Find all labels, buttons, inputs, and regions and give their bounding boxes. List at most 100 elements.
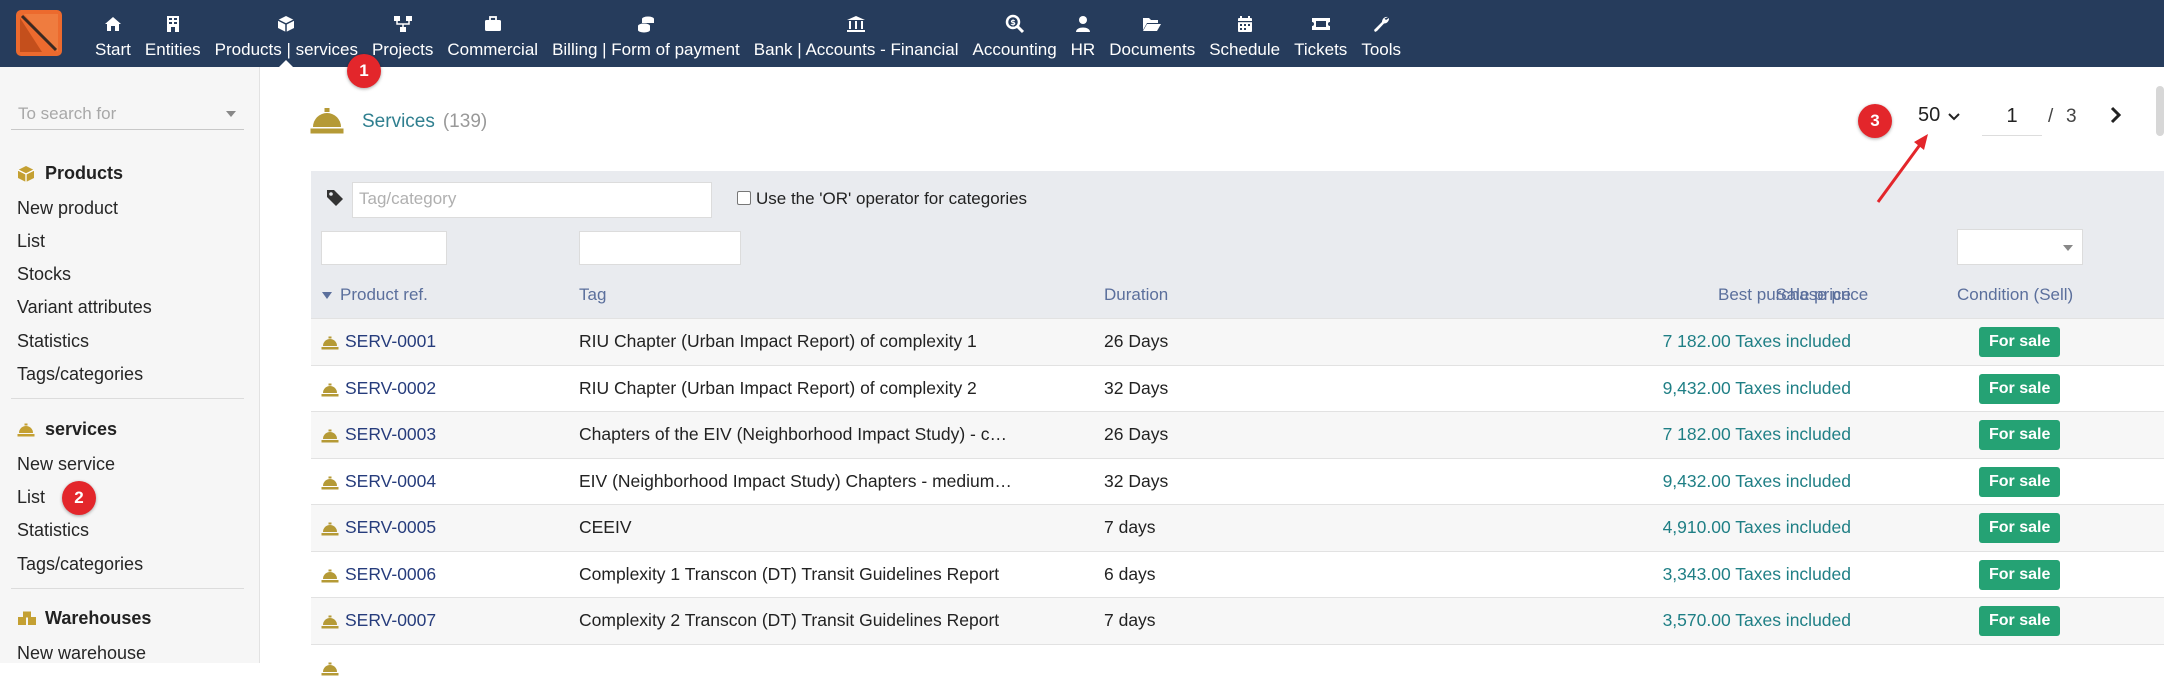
left-sidebar: To search for Products New product List … [0, 67, 260, 663]
or-operator-checkbox[interactable] [737, 191, 751, 205]
row-sale-price: 7 182.00 Taxes included [1663, 424, 1851, 445]
calendar-icon [1237, 13, 1253, 35]
row-ref-link[interactable]: SERV-0007 [345, 610, 436, 631]
row-ref-link[interactable]: SERV-0005 [345, 517, 436, 538]
sidebar-item-stocks[interactable]: Stocks [17, 264, 71, 285]
row-ref-link[interactable]: SERV-0001 [345, 331, 436, 352]
page-number-input[interactable]: 1 [1982, 98, 2042, 136]
ref-filter-input[interactable] [321, 231, 447, 265]
sidebar-divider [11, 588, 244, 589]
row-tag: Complexity 1 Transcon (DT) Transit Guide… [579, 564, 999, 585]
next-page-button[interactable] [2106, 103, 2126, 129]
per-page-value: 50 [1918, 104, 1940, 127]
menu-label: Schedule [1209, 40, 1280, 60]
menu-label: Tools [1361, 40, 1401, 60]
sidebar-divider [11, 398, 244, 399]
row-ref-link[interactable]: SERV-0006 [345, 564, 436, 585]
search-dollar-icon: $ [1005, 13, 1025, 35]
sidebar-item-product-list[interactable]: List [17, 231, 45, 252]
menu-start[interactable]: Start [88, 0, 138, 67]
concierge-bell-icon [321, 567, 339, 588]
menu-products-services[interactable]: Products | services [208, 0, 365, 67]
building-icon [166, 13, 180, 35]
menu-commercial[interactable]: Commercial [440, 0, 545, 67]
chevron-down-icon [226, 111, 236, 117]
sidebar-item-service-list[interactable]: List [17, 487, 45, 508]
row-sale-price: 3,343.00 Taxes included [1663, 564, 1851, 585]
annotation-badge-2: 2 [62, 481, 96, 515]
sidebar-item-service-statistics[interactable]: Statistics [17, 520, 89, 541]
sidebar-section-products[interactable]: Products [17, 163, 123, 184]
concierge-bell-icon [321, 381, 339, 402]
status-badge: For sale [1979, 467, 2060, 497]
row-sale-price: 3,570.00 Taxes included [1663, 610, 1851, 631]
sidebar-item-new-product[interactable]: New product [17, 198, 118, 219]
sidebar-item-new-warehouse[interactable]: New warehouse [17, 643, 146, 664]
sidebar-section-title: Products [45, 163, 123, 184]
row-duration: 26 Days [1104, 424, 1168, 445]
row-tag: EIV (Neighborhood Impact Study) Chapters… [579, 471, 1012, 492]
menu-tools[interactable]: Tools [1354, 0, 1408, 67]
sidebar-section-services[interactable]: services [17, 419, 117, 440]
column-header-ref[interactable]: Product ref. [340, 285, 428, 305]
menu-label: Entities [145, 40, 201, 60]
table-body: SERV-0001 RIU Chapter (Urban Impact Repo… [311, 318, 2164, 690]
row-ref-link[interactable]: SERV-0002 [345, 378, 436, 399]
menu-tickets[interactable]: Tickets [1287, 0, 1354, 67]
menu-bank[interactable]: Bank | Accounts - Financial [747, 0, 966, 67]
menu-projects[interactable]: Projects [365, 0, 440, 67]
annotation-badge-1: 1 [347, 54, 381, 88]
sidebar-item-new-service[interactable]: New service [17, 454, 115, 475]
table-row: SERV-0002 RIU Chapter (Urban Impact Repo… [311, 365, 2164, 412]
condition-filter-select[interactable] [1957, 229, 2083, 265]
menu-label: Projects [372, 40, 433, 60]
page-separator: / [2048, 106, 2053, 128]
menu-documents[interactable]: Documents [1102, 0, 1202, 67]
sidebar-item-service-tags[interactable]: Tags/categories [17, 554, 143, 575]
column-header-best-purchase-price[interactable]: Best purchase price [1718, 285, 1868, 305]
column-header-condition[interactable]: Condition (Sell) [1957, 285, 2073, 305]
sidebar-section-title: Warehouses [45, 608, 151, 629]
concierge-bell-icon [321, 474, 339, 495]
menu-hr[interactable]: HR [1064, 0, 1103, 67]
cube-icon [277, 13, 295, 35]
table-row: SERV-0004 EIV (Neighborhood Impact Study… [311, 458, 2164, 505]
table-row: SERV-0007 Complexity 2 Transcon (DT) Tra… [311, 597, 2164, 644]
sidebar-item-variant-attributes[interactable]: Variant attributes [17, 297, 152, 318]
concierge-bell-icon [321, 427, 339, 448]
menu-entities[interactable]: Entities [138, 0, 208, 67]
total-pages: 3 [2066, 106, 2077, 128]
sidebar-item-product-statistics[interactable]: Statistics [17, 331, 89, 352]
sidebar-section-title: services [45, 419, 117, 440]
status-badge: For sale [1979, 513, 2060, 543]
app-logo[interactable] [16, 10, 62, 56]
menu-label: Documents [1109, 40, 1195, 60]
chevron-right-icon [2106, 103, 2126, 129]
status-badge: For sale [1979, 374, 2060, 404]
wrench-icon [1372, 13, 1390, 35]
row-ref-link[interactable]: SERV-0003 [345, 424, 436, 445]
sidebar-search-select[interactable]: To search for [11, 100, 244, 130]
scrollbar-thumb[interactable] [2156, 86, 2164, 136]
coins-icon [637, 13, 655, 35]
tag-category-input[interactable]: Tag/category [352, 182, 712, 218]
sort-desc-icon [322, 292, 332, 299]
sidebar-section-warehouses[interactable]: Warehouses [17, 608, 151, 629]
per-page-select[interactable]: 50 [1918, 104, 1960, 127]
row-ref-link[interactable]: SERV-0004 [345, 471, 436, 492]
column-header-duration[interactable]: Duration [1104, 285, 1168, 305]
row-duration: 26 Days [1104, 331, 1168, 352]
sidebar-item-product-tags[interactable]: Tags/categories [17, 364, 143, 385]
ticket-icon [1311, 13, 1331, 35]
boxes-icon [17, 610, 37, 628]
menu-schedule[interactable]: Schedule [1202, 0, 1287, 67]
menu-accounting[interactable]: $ Accounting [966, 0, 1064, 67]
column-header-tag[interactable]: Tag [579, 285, 606, 305]
folder-open-icon [1142, 13, 1162, 35]
chevron-down-icon [1948, 104, 1960, 127]
page-title[interactable]: Services [362, 111, 435, 133]
svg-text:$: $ [1010, 18, 1016, 27]
menu-billing[interactable]: Billing | Form of payment [545, 0, 747, 67]
tag-filter-input[interactable] [579, 231, 741, 265]
or-operator-label: Use the 'OR' operator for categories [756, 189, 1027, 209]
